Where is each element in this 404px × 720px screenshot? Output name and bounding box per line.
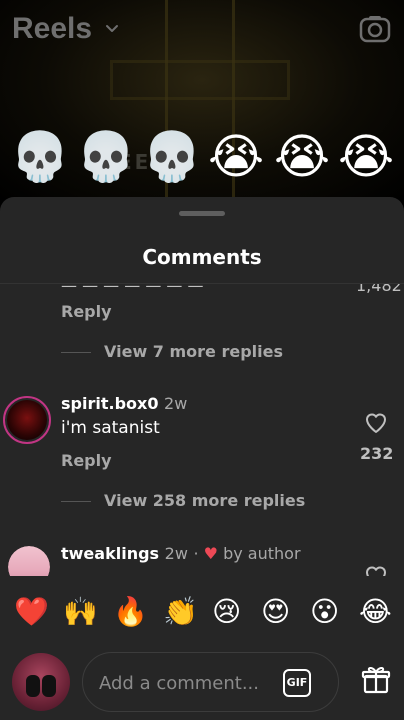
comment-input[interactable] (99, 671, 279, 695)
reels-title[interactable]: Reels (12, 12, 92, 46)
comment-text: — — — — — — — (61, 284, 204, 295)
comments-sheet: Comments — — — — — — — 1,482 Reply View … (0, 197, 404, 720)
gif-button[interactable]: GIF (283, 669, 311, 697)
like-count: 1,482 (356, 284, 402, 295)
comment-username[interactable]: tweaklings (61, 544, 159, 563)
avatar[interactable] (8, 546, 50, 576)
gift-icon[interactable] (361, 665, 391, 695)
divider (61, 352, 91, 353)
comment-header: tweaklings 2w · ♥ by author (61, 544, 301, 563)
avatar-detail (42, 675, 56, 697)
surprised-reaction[interactable]: 😮 (310, 587, 339, 637)
reply-button[interactable]: Reply (61, 451, 112, 470)
view-more-replies-label: View 7 more replies (104, 342, 284, 361)
like-count: 232 (360, 444, 394, 463)
reply-button[interactable]: Reply (61, 302, 112, 321)
heart-icon[interactable] (364, 564, 388, 576)
avatar-detail (26, 675, 40, 697)
skull-emoji: 💀 (142, 129, 202, 185)
comments-list[interactable]: — — — — — — — 1,482 Reply View 7 more re… (0, 284, 404, 576)
heart-icon[interactable] (364, 411, 388, 435)
fire-reaction[interactable]: 🔥 (113, 587, 148, 637)
red-heart-reaction[interactable]: ❤️ (14, 587, 49, 637)
comment-input-container: GIF (82, 652, 339, 712)
crying-emoji: 😭 (274, 129, 331, 185)
avatar[interactable] (3, 396, 51, 444)
comment-time: 2w (164, 544, 188, 563)
emoji-overlay-row: 💀 💀 💀 😭 😭 😭 (0, 122, 404, 192)
crying-emoji: 😭 (208, 129, 265, 185)
raising-hands-reaction[interactable]: 🙌 (63, 587, 98, 637)
drag-handle[interactable] (179, 211, 225, 216)
heart-icon: ♥ (203, 544, 218, 563)
avatar-image (8, 546, 50, 576)
my-avatar[interactable] (12, 653, 70, 711)
crying-emoji: 😭 (338, 129, 395, 185)
author-badge-label: by author (223, 544, 301, 563)
divider (61, 501, 91, 502)
heart-eyes-reaction[interactable]: 😍 (261, 587, 290, 637)
comment-text: i'm satanist (61, 418, 160, 438)
avatar-image (7, 400, 47, 440)
camera-icon[interactable] (358, 12, 392, 46)
author-badge: · ♥ by author (193, 544, 301, 563)
view-more-replies-label: View 258 more replies (104, 491, 306, 510)
comment-time: 2w (164, 394, 188, 413)
top-bar: Reels (0, 0, 404, 60)
sad-reaction[interactable]: 😢 (212, 587, 241, 637)
skull-emoji: 💀 (10, 129, 70, 185)
laughing-reaction[interactable]: 😂 (359, 587, 392, 637)
comment-header: spirit.box0 2w (61, 394, 187, 413)
comment-username[interactable]: spirit.box0 (61, 394, 158, 413)
sheet-title: Comments (142, 245, 262, 269)
comment-composer: GIF (0, 649, 404, 719)
chevron-down-icon[interactable] (104, 20, 120, 36)
skull-emoji: 💀 (76, 129, 136, 185)
quick-reactions-bar: ❤️ 🙌 🔥 👏 😢 😍 😮 😂 (0, 587, 404, 637)
clapping-reaction[interactable]: 👏 (163, 587, 198, 637)
